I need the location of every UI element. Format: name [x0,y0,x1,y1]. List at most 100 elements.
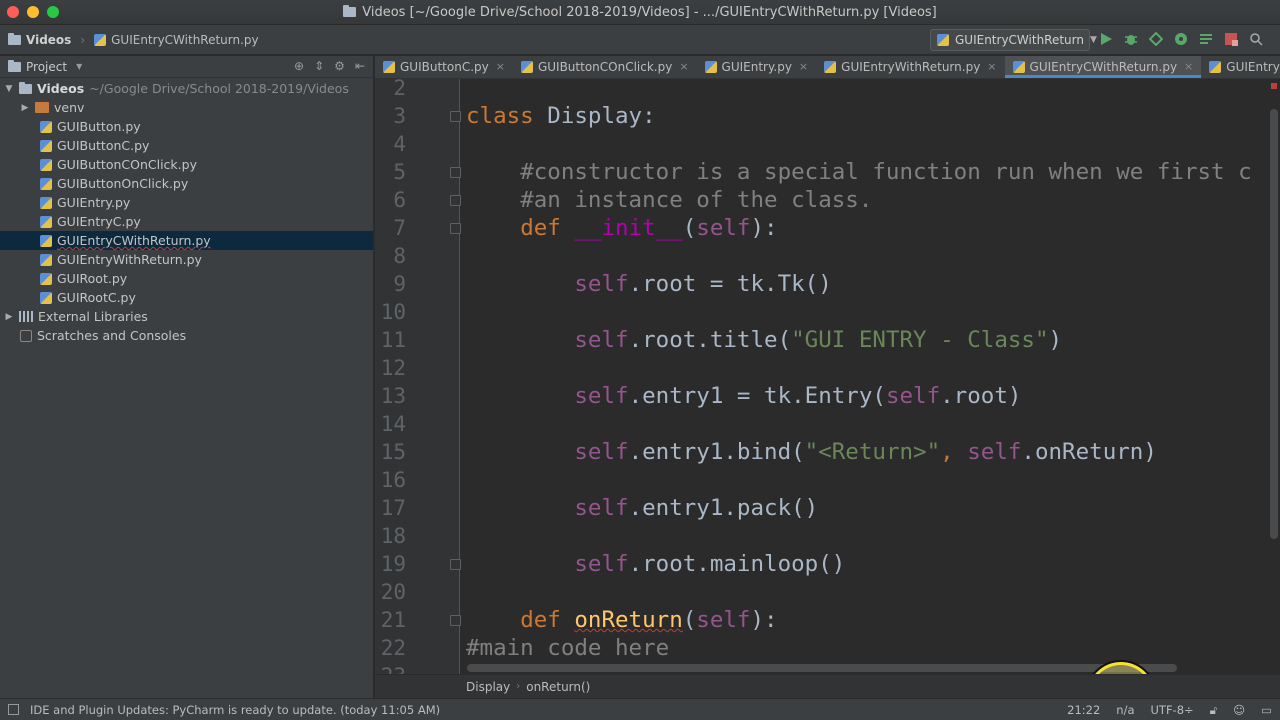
code-editor[interactable]: 2 3 class Display: 4 5 #constructor is a spe… [375,79,1280,674]
locate-icon[interactable]: ⊕ [294,59,304,73]
collapsed-arrow-icon[interactable]: ▶ [4,312,14,322]
code-line[interactable]: 19 self.root.mainloop() [375,550,1270,578]
collapsed-arrow-icon[interactable]: ▶ [20,103,30,113]
code-line[interactable]: 15 self.entry1.bind("<Return>", self.onR… [375,438,1270,466]
code-line[interactable]: 4 [375,130,1270,158]
code-line[interactable]: 10 [375,298,1270,326]
fold-marker-icon[interactable] [450,195,461,206]
profile-button[interactable] [1173,31,1189,47]
code-line[interactable]: 2 [375,79,1270,102]
nav-root-folder[interactable]: Videos [26,33,71,47]
expanded-arrow-icon[interactable]: ▼ [4,84,14,94]
library-icon [19,311,33,322]
code-line[interactable]: 20 [375,578,1270,606]
code-line[interactable]: 5 #constructor is a special function run… [375,158,1270,186]
hide-panel-icon[interactable]: ⇤ [355,59,365,73]
collapse-all-icon[interactable]: ⇕ [314,59,324,73]
minimize-window-button[interactable] [27,6,39,18]
code-line[interactable]: 6 #an instance of the class. [375,186,1270,214]
editor-tab-active[interactable]: GUIEntryCWithReturn.py × [1004,56,1202,78]
python-file-icon [40,196,52,209]
close-icon[interactable]: × [1184,60,1193,73]
editor-tab[interactable]: GUIEntryC.py× [1201,56,1280,78]
code-line[interactable]: 12 [375,354,1270,382]
error-stripe-marker[interactable] [1271,83,1277,89]
tree-item-file[interactable]: GUIEntry.py [0,193,373,212]
file-encoding[interactable]: UTF-8÷ [1151,703,1194,717]
nav-file[interactable]: GUIEntryCWithReturn.py [111,33,259,47]
status-right: 21:22 n/a UTF-8÷ 🔓︎ ☺︎ ▭ [1067,699,1272,720]
event-log-icon[interactable]: ▭ [1261,703,1272,717]
code-line[interactable]: 3 class Display: [375,102,1270,130]
stop-button[interactable] [1223,31,1239,47]
code-token: self [696,215,751,241]
tree-item-label: GUIButtonOnClick.py [57,176,189,191]
line-separator[interactable]: n/a [1116,703,1134,717]
code-line[interactable]: 21 def onReturn(self): [375,606,1270,634]
tree-item-file[interactable]: GUIEntryWithReturn.py [0,250,373,269]
code-line[interactable]: 18 [375,522,1270,550]
tree-item-file-selected[interactable]: GUIEntryCWithReturn.py [0,231,373,250]
close-icon[interactable]: × [987,60,996,73]
tree-item-file[interactable]: GUIButtonC.py [0,136,373,155]
tree-item-label: venv [54,100,85,115]
fold-marker-icon[interactable] [450,167,461,178]
chevron-down-icon[interactable]: ▼ [76,62,82,71]
fold-marker-icon[interactable] [450,223,461,234]
tab-label: GUIEntryWithReturn.py [841,59,981,74]
code-line[interactable]: 17 self.entry1.pack() [375,494,1270,522]
coverage-button[interactable] [1148,31,1164,47]
inspector-icon[interactable]: ☺︎ [1233,703,1245,717]
status-message[interactable]: IDE and Plugin Updates: PyCharm is ready… [30,703,440,717]
fold-marker-icon[interactable] [450,615,461,626]
code-line[interactable]: 7 def __init__(self): [375,214,1270,242]
breadcrumb-class[interactable]: Display [466,680,510,694]
close-icon[interactable]: × [799,60,808,73]
run-config-select[interactable]: GUIEntryCWithReturn ▼ [930,29,1097,51]
vertical-scrollbar[interactable] [1270,109,1278,539]
lock-icon[interactable]: 🔓︎ [1210,703,1217,718]
tree-item-external-libraries[interactable]: ▶ External Libraries [0,307,373,326]
close-window-button[interactable] [7,6,19,18]
project-panel-header[interactable]: Project ▼ ⊕ ⇕ ⚙ ⇤ [0,56,373,78]
project-panel-tools: ⊕ ⇕ ⚙ ⇤ [294,59,365,73]
toggle-tool-windows-icon[interactable] [8,704,19,715]
profile-icon [1175,33,1187,45]
code-line[interactable]: 14 [375,410,1270,438]
tree-item-venv[interactable]: ▶ venv [0,98,373,117]
tree-item-file[interactable]: GUIButtonOnClick.py [0,174,373,193]
editor-tab[interactable]: GUIEntryWithReturn.py × [816,56,1004,78]
gear-icon[interactable]: ⚙ [334,59,345,73]
fold-marker-icon[interactable] [450,559,461,570]
breadcrumb-method[interactable]: onReturn() [526,680,590,694]
caret-position[interactable]: 21:22 [1067,703,1100,717]
tab-label: GUIButtonC.py [400,59,489,74]
tree-item-file[interactable]: GUIRootC.py [0,288,373,307]
code-line[interactable]: 13 self.entry1 = tk.Entry(self.root) [375,382,1270,410]
debug-button[interactable] [1123,31,1139,47]
tree-item-scratches[interactable]: Scratches and Consoles [0,326,373,345]
run-button[interactable] [1098,31,1114,47]
tree-item-file[interactable]: GUIButtonCOnClick.py [0,155,373,174]
search-everywhere-button[interactable] [1248,31,1264,47]
fold-marker-icon[interactable] [450,111,461,122]
code-line[interactable]: 9 self.root = tk.Tk() [375,270,1270,298]
code-line[interactable]: 16 [375,466,1270,494]
tree-item-file[interactable]: GUIEntryC.py [0,212,373,231]
zoom-window-button[interactable] [47,6,59,18]
tree-item-file[interactable]: GUIButton.py [0,117,373,136]
code-line[interactable]: 8 [375,242,1270,270]
build-button[interactable] [1198,31,1214,47]
code-line[interactable]: 11 self.root.title("GUI ENTRY - Class") [375,326,1270,354]
close-icon[interactable]: × [496,60,505,73]
code-token: .root.mainloop() [628,551,846,577]
tree-item-file[interactable]: GUIRoot.py [0,269,373,288]
line-number: 11 [380,328,406,352]
editor-tab[interactable]: GUIButtonC.py × [375,56,513,78]
tree-item-root[interactable]: ▼ Videos ~/Google Drive/School 2018-2019… [0,79,373,98]
close-icon[interactable]: × [679,60,688,73]
editor-tab[interactable]: GUIButtonCOnClick.py × [513,56,697,78]
horizontal-scrollbar[interactable] [467,664,1177,672]
code-line[interactable]: 22 #main code here [375,634,1270,662]
editor-tab[interactable]: GUIEntry.py × [697,56,817,78]
